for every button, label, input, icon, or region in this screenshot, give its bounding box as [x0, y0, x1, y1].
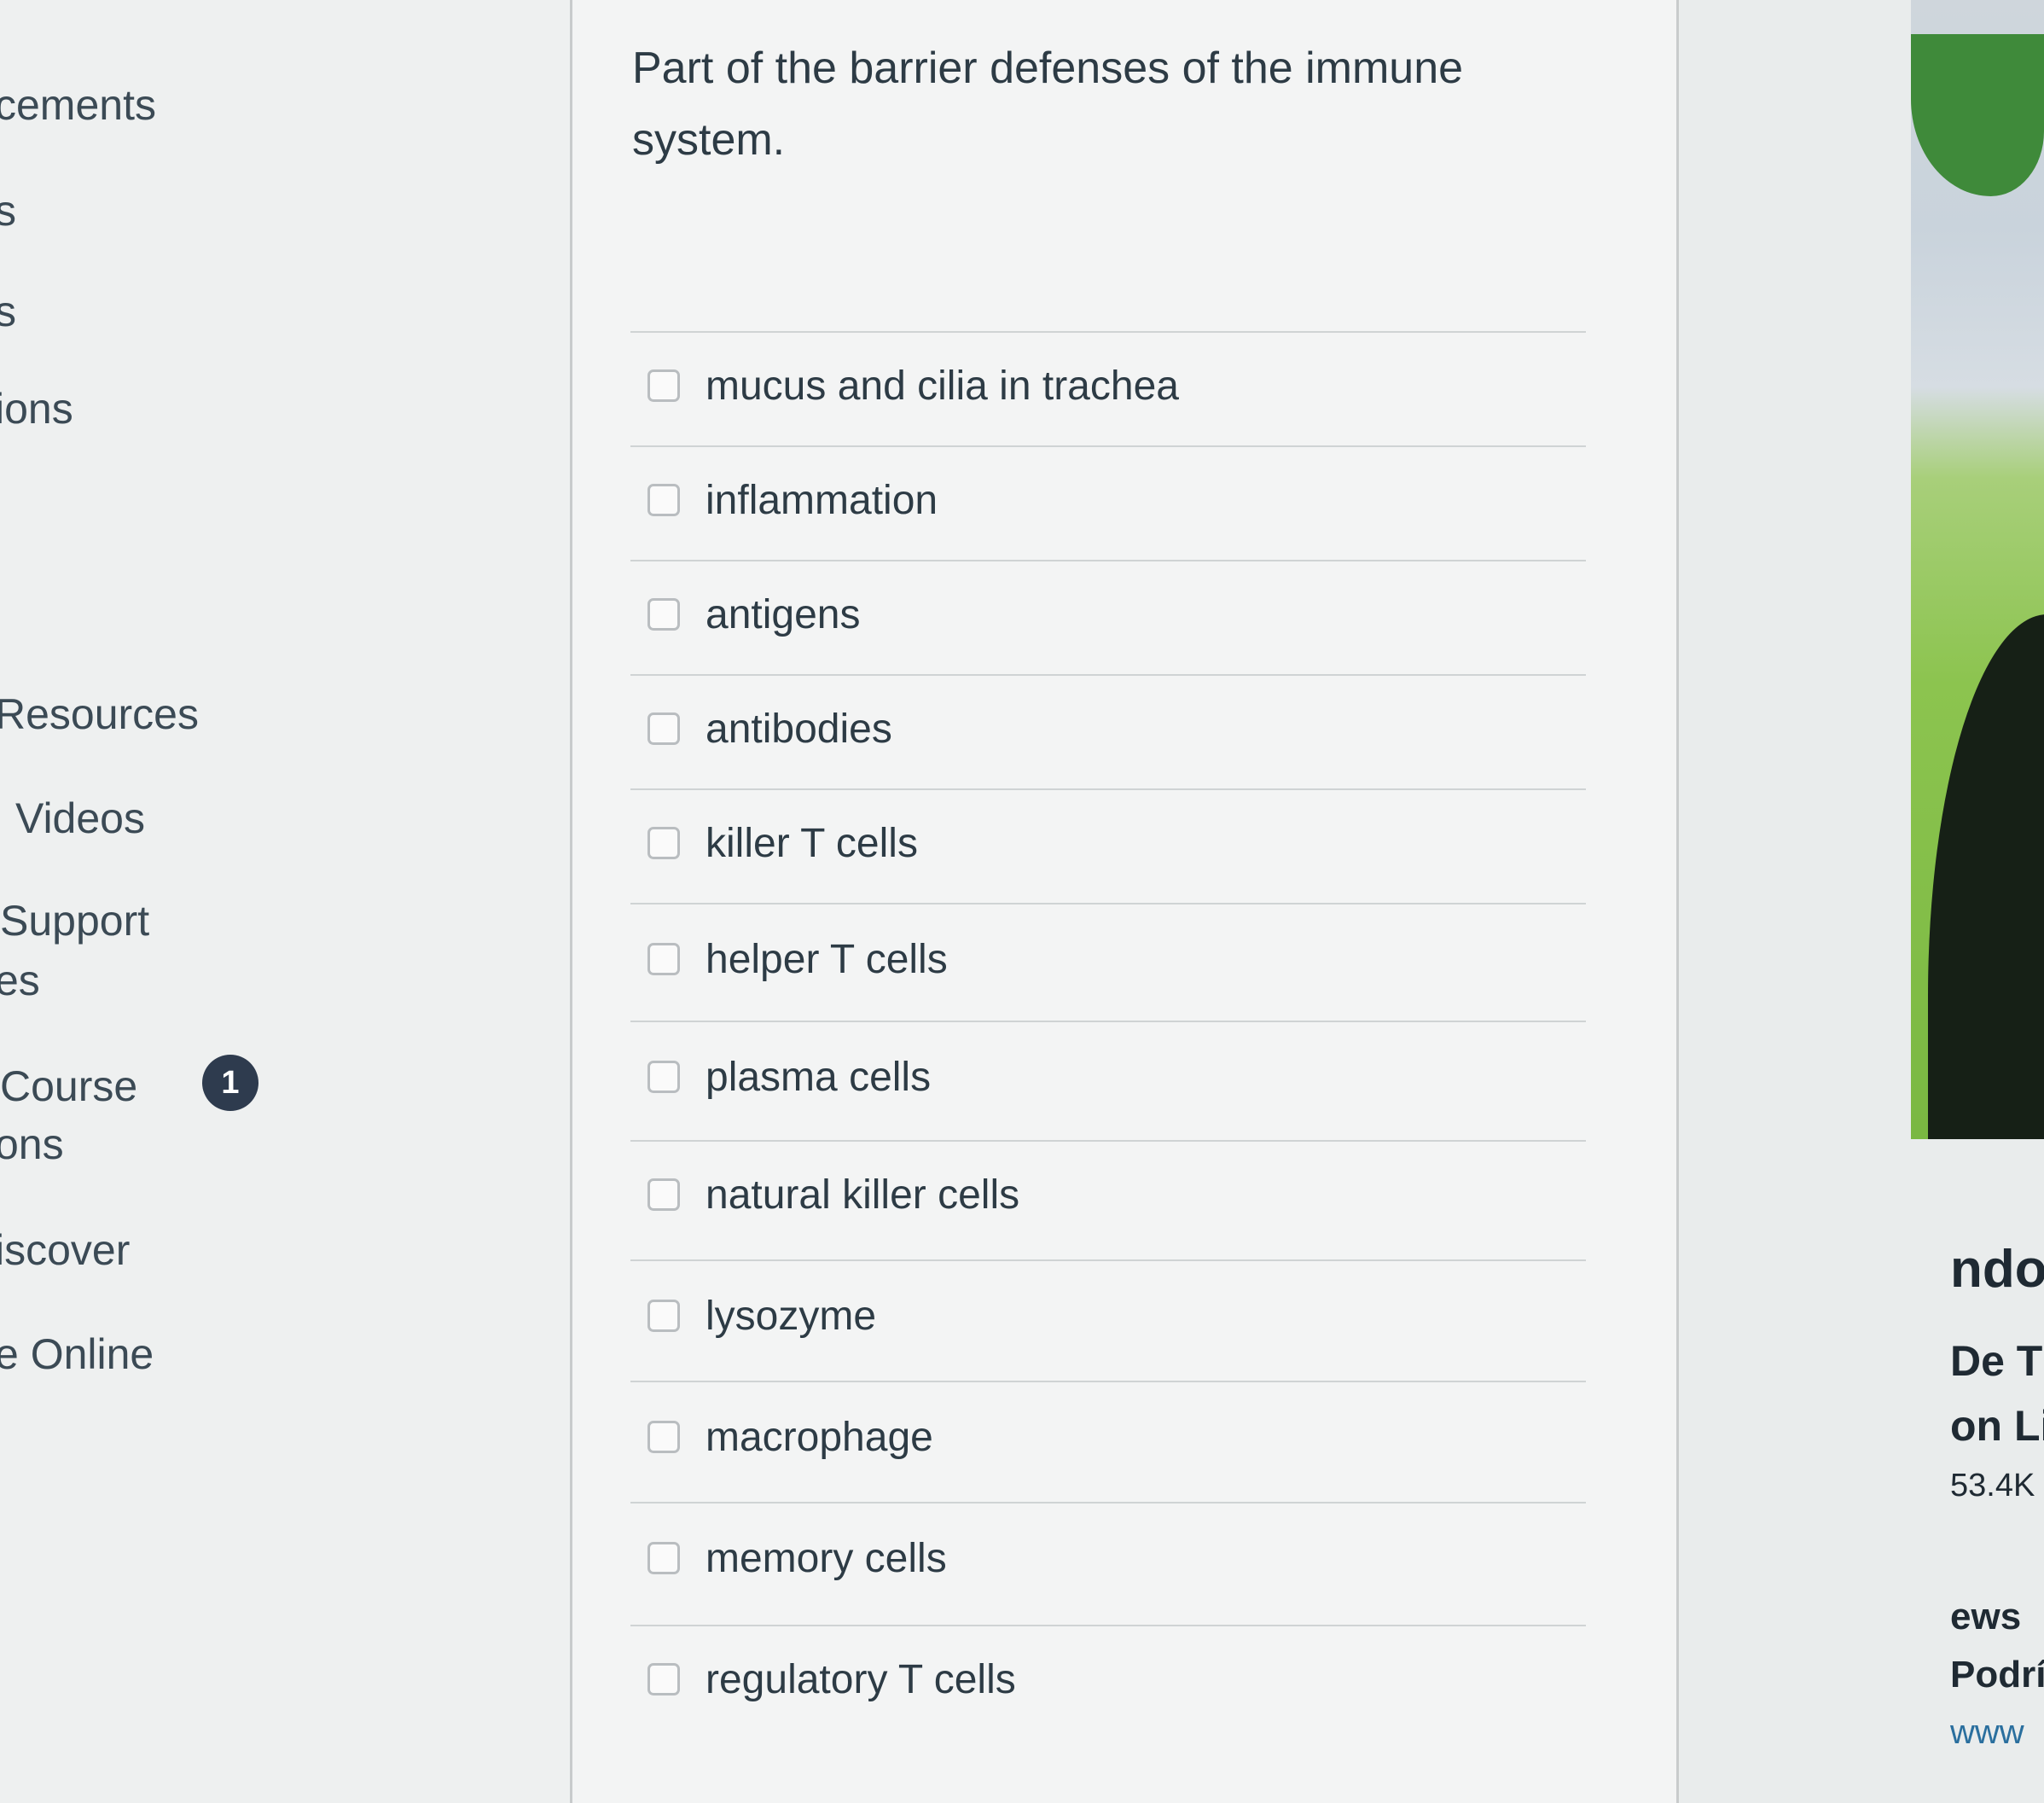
nav-item-grades[interactable]: s: [0, 290, 16, 333]
answer-label: memory cells: [706, 1535, 947, 1581]
nav-item-support-continued[interactable]: es: [0, 959, 40, 1002]
answer-label: macrophage: [706, 1414, 933, 1460]
answer-label: inflammation: [706, 477, 938, 523]
answer-label: antigens: [706, 591, 861, 637]
divider: [630, 1259, 1586, 1261]
answer-option[interactable]: plasma cells: [647, 1051, 931, 1102]
course-navigation-sidebar: cements s s ions Resources Videos Suppor…: [0, 0, 570, 1803]
checkbox[interactable]: [647, 1300, 680, 1332]
nav-item-announcements[interactable]: cements: [0, 84, 156, 126]
checkbox[interactable]: [647, 943, 680, 975]
checkbox[interactable]: [647, 369, 680, 402]
nav-item-videos[interactable]: Videos: [15, 797, 145, 840]
divider: [630, 1140, 1586, 1142]
divider: [630, 1625, 1586, 1626]
divider: [630, 674, 1586, 676]
right-news-text: Podrí: [1950, 1654, 2044, 1695]
nav-item-course-evaluations-continued[interactable]: ons: [0, 1123, 64, 1166]
divider: [630, 788, 1586, 790]
checkbox[interactable]: [647, 598, 680, 631]
answer-label: mucus and cilia in trachea: [706, 363, 1179, 409]
nav-item-course-evaluations[interactable]: Course: [0, 1065, 137, 1108]
divider: [630, 1021, 1586, 1022]
answer-label: antibodies: [706, 706, 892, 752]
right-heading[interactable]: ndo: [1950, 1239, 2044, 1300]
checkbox[interactable]: [647, 1178, 680, 1211]
divider: [630, 1381, 1586, 1382]
checkbox[interactable]: [647, 827, 680, 859]
answer-option[interactable]: mucus and cilia in trachea: [647, 360, 1179, 411]
nav-item-discover[interactable]: iscover: [0, 1229, 130, 1271]
answer-label: lysozyme: [706, 1293, 877, 1339]
shadow-shape: [1928, 614, 2044, 1139]
divider: [630, 1502, 1586, 1503]
notification-badge: 1: [202, 1055, 258, 1111]
answer-option[interactable]: killer T cells: [647, 817, 918, 869]
nav-item-assignments[interactable]: s: [0, 189, 16, 232]
checkbox[interactable]: [647, 1542, 680, 1574]
answer-label: helper T cells: [706, 936, 948, 982]
nav-item-support[interactable]: Support: [0, 899, 149, 942]
checkbox[interactable]: [647, 1421, 680, 1453]
right-news-link[interactable]: www: [1950, 1713, 2024, 1752]
answer-option[interactable]: inflammation: [647, 474, 938, 526]
thumbnail-image[interactable]: [1911, 0, 2044, 1139]
answer-option[interactable]: antigens: [647, 589, 860, 640]
right-news-heading: ews: [1950, 1596, 2022, 1637]
divider: [630, 331, 1586, 333]
checkbox[interactable]: [647, 1663, 680, 1695]
right-subtitle: De T: [1950, 1337, 2043, 1385]
answer-option[interactable]: antibodies: [647, 703, 892, 754]
answer-label: killer T cells: [706, 820, 918, 866]
answer-option[interactable]: helper T cells: [647, 933, 948, 985]
answer-label: natural killer cells: [706, 1172, 1020, 1218]
checkbox[interactable]: [647, 1061, 680, 1093]
right-side-panel: [1679, 0, 2044, 1803]
answer-option[interactable]: memory cells: [647, 1533, 947, 1584]
leaf-shape: [1911, 34, 2044, 196]
checkbox[interactable]: [647, 484, 680, 516]
question-panel: Part of the barrier defenses of the immu…: [570, 0, 1679, 1803]
divider: [630, 560, 1586, 561]
answer-option[interactable]: regulatory T cells: [647, 1654, 1016, 1705]
answer-option[interactable]: lysozyme: [647, 1290, 876, 1341]
answer-option[interactable]: macrophage: [647, 1411, 933, 1463]
answer-label: plasma cells: [706, 1054, 932, 1100]
right-view-count: 53.4K: [1950, 1468, 2035, 1503]
nav-item-resources[interactable]: Resources: [0, 693, 199, 736]
page: cements s s ions Resources Videos Suppor…: [0, 0, 2044, 1803]
nav-item-online[interactable]: e Online: [0, 1333, 154, 1376]
question-text: Part of the barrier defenses of the immu…: [632, 44, 1464, 165]
answer-label: regulatory T cells: [706, 1656, 1016, 1702]
nav-item-discussions[interactable]: ions: [0, 387, 73, 430]
divider: [630, 445, 1586, 447]
right-subtitle-continued: on Li: [1950, 1402, 2044, 1450]
answer-option[interactable]: natural killer cells: [647, 1169, 1019, 1220]
checkbox[interactable]: [647, 712, 680, 745]
divider: [630, 903, 1586, 904]
